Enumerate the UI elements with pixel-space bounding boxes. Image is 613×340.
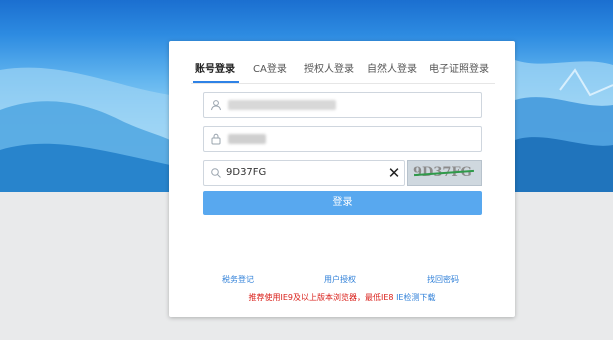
clear-icon[interactable]: ✕ [387, 165, 401, 181]
password-field[interactable] [203, 126, 482, 152]
username-field[interactable] [203, 92, 482, 118]
recover-password-link[interactable]: 找回密码 [427, 274, 459, 286]
tabs-divider [191, 83, 495, 84]
tab-account-login[interactable]: 账号登录 [195, 61, 235, 79]
browser-notice: 推荐使用IE9及以上版本浏览器，最低IE8 IE检测下载 [169, 292, 515, 304]
active-tab-indicator [193, 81, 239, 83]
user-icon [211, 100, 221, 111]
tax-registration-link[interactable]: 税务登记 [222, 274, 254, 286]
search-icon [211, 168, 221, 178]
lock-icon [211, 133, 221, 145]
tab-e-license-login[interactable]: 电子证照登录 [429, 61, 489, 79]
tab-authorized-login[interactable]: 授权人登录 [304, 61, 354, 79]
login-button[interactable]: 登录 [203, 191, 482, 215]
captcha-image[interactable]: 9D37FG [407, 160, 482, 186]
footer-links: 税务登记 用户授权 找回密码 [169, 274, 515, 288]
captcha-input-value: 9D37FG [226, 167, 267, 178]
username-value-redacted [228, 100, 336, 110]
password-value-redacted [228, 134, 266, 144]
tab-natural-person-login[interactable]: 自然人登录 [367, 61, 417, 79]
browser-notice-text: 推荐使用IE9及以上版本浏览器，最低IE8 [248, 293, 394, 302]
login-tabs: 账号登录 CA登录 授权人登录 自然人登录 电子证照登录 [191, 61, 495, 84]
ie-check-download-link[interactable]: IE检测下载 [396, 293, 435, 302]
user-authorization-link[interactable]: 用户授权 [324, 274, 356, 286]
tab-ca-login[interactable]: CA登录 [253, 61, 287, 79]
captcha-field[interactable]: 9D37FG ✕ [203, 160, 405, 186]
login-panel: 账号登录 CA登录 授权人登录 自然人登录 电子证照登录 9D37FG ✕ 9D… [169, 41, 515, 317]
